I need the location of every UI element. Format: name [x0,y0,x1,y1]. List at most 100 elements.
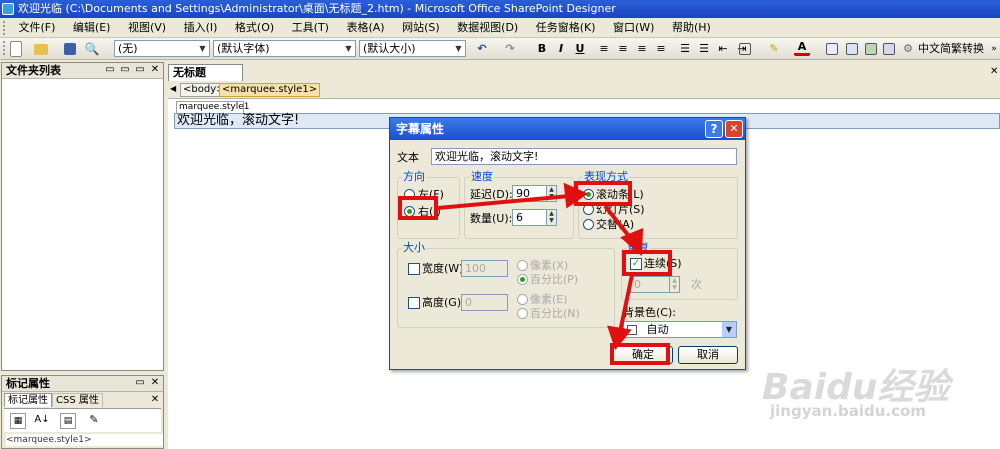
new-file-icon[interactable] [10,41,22,57]
watermark-url: jingyan.baidu.com [770,402,926,420]
font-combo[interactable]: (默认字体) ▼ [213,40,356,57]
height-pct-radio[interactable] [517,308,528,319]
breadcrumb-marquee[interactable]: <marquee.style1> [219,83,321,97]
style-combo[interactable]: (无) ▼ [114,40,210,57]
menu-format[interactable]: 格式(O) [228,18,281,38]
bold-button[interactable]: B [534,41,550,57]
menu-table[interactable]: 表格(A) [339,18,391,38]
menu-insert[interactable]: 插入(I) [177,18,225,38]
chevron-down-icon: ▼ [345,44,352,53]
close-icon[interactable]: ✕ [149,64,161,76]
italic-button[interactable]: I [553,41,569,57]
delay-label: 延迟(D): [470,188,513,201]
height-checkbox[interactable] [408,297,420,309]
width-checkbox[interactable] [408,263,420,275]
layer-icon[interactable] [846,43,858,55]
numbered-list-icon[interactable]: ☰ [677,41,693,57]
open-folder-icon[interactable] [34,44,48,55]
doc-close-icon[interactable]: ✕ [990,66,998,77]
close-icon[interactable]: ✕ [149,394,161,406]
redo-icon[interactable]: ↷ [502,41,518,57]
preview-icon[interactable]: 🔍 [84,41,100,57]
marquee-text-input[interactable]: 欢迎光临，滚动文字! [431,148,737,165]
tab-css-properties[interactable]: CSS 属性 [52,393,103,407]
web-component-icon[interactable] [883,43,895,55]
bullet-list-icon[interactable]: ☰ [696,41,712,57]
style-combo-value: (无) [118,42,138,55]
menu-help[interactable]: 帮助(H) [665,18,718,38]
picture-icon[interactable] [865,43,877,55]
show-set-properties-icon[interactable]: ▤ [60,413,76,429]
height-input[interactable]: 0 [461,294,508,311]
underline-button[interactable]: U [572,41,588,57]
font-color-button[interactable]: A [794,41,810,56]
chevron-down-icon: ▼ [722,322,736,337]
bgcolor-swatch [627,325,637,335]
delay-spinner[interactable]: ▲ ▼ [546,185,557,202]
dialog-close-button[interactable]: ✕ [725,120,743,138]
tag-toolbar: ▦ A↓ ▤ ✎ [4,408,161,432]
help-button[interactable]: ? [705,120,723,138]
marquee-tag-label: marquee.style1 [176,101,249,113]
save-icon[interactable] [64,43,76,55]
window-title: 欢迎光临 (C:\Documents and Settings\Administ… [18,2,616,15]
menu-file[interactable]: 文件(F) [12,18,63,38]
panel-restore-icon[interactable]: ▭ [134,377,146,389]
bgcolor-value: 自动 [646,323,669,336]
width-pct-label: 百分比(P) [530,273,579,286]
justify-icon[interactable]: ≡ [653,41,669,57]
bgcolor-label: 背景色(C): [623,306,676,319]
bgcolor-select[interactable]: 自动 ▼ [623,321,737,338]
height-px-radio[interactable] [517,294,528,305]
close-icon[interactable]: ✕ [149,377,161,389]
menu-edit[interactable]: 编辑(E) [66,18,118,38]
repeat-times-unit: 次 [691,278,702,291]
menu-dataview[interactable]: 数据视图(D) [450,18,525,38]
repeat-times-input[interactable]: 0 [630,276,670,293]
highlight-icon[interactable]: ✎ [766,41,782,57]
width-pct-radio[interactable] [517,274,528,285]
align-left-icon[interactable]: ≡ [596,41,612,57]
amount-spinner[interactable]: ▲ ▼ [546,209,557,226]
height-label: 高度(G): [422,296,465,309]
undo-icon[interactable]: ↶ [474,41,490,57]
folder-list-title: 文件夹列表 [6,64,61,77]
cancel-button[interactable]: 取消 [678,346,738,364]
sort-az-icon[interactable]: A↓ [34,413,50,429]
behavior-alternate-radio[interactable] [583,219,594,230]
menu-view[interactable]: 视图(V) [121,18,173,38]
menu-taskpane[interactable]: 任务窗格(K) [529,18,603,38]
panel-restore-icon[interactable]: ▭ [104,64,116,76]
delay-input[interactable]: 90 [512,185,547,202]
repeat-spinner[interactable]: ▲ ▼ [669,276,680,293]
size-combo[interactable]: (默认大小) ▼ [359,40,466,57]
outdent-icon[interactable]: ⇤ [715,41,731,57]
quick-tag-selector: ◀ <body> <marquee.style1> [168,81,1000,99]
amount-input[interactable]: 6 [512,209,547,226]
font-combo-value: (默认字体) [217,42,270,55]
tag-properties-panel: 标记属性 ▭ ✕ 标记属性 CSS 属性 ✕ ▦ A↓ ▤ ✎ <marquee… [1,375,164,449]
highlight-right-radio [398,196,438,220]
categorized-icon[interactable]: ▦ [10,413,26,429]
menu-tools[interactable]: 工具(T) [285,18,336,38]
tag-props-icon[interactable]: ✎ [86,413,102,429]
behavior-alternate-label: 交替(A) [596,218,635,231]
table-icon[interactable] [826,43,838,55]
panel-minimize-icon[interactable]: ▭ [119,64,131,76]
toolbar-overflow-icon[interactable]: » [990,41,998,57]
align-right-icon[interactable]: ≡ [634,41,650,57]
menu-window[interactable]: 窗口(W) [606,18,661,38]
tag-properties-title: 标记属性 [6,377,50,390]
document-tab[interactable]: 无标题_2.htm [168,64,243,95]
menu-site[interactable]: 网站(S) [395,18,447,38]
width-input[interactable]: 100 [461,260,508,277]
convert-button[interactable]: 中文简繁转换 [918,41,990,57]
highlight-scroll-radio [574,181,632,206]
align-center-icon[interactable]: ≡ [615,41,631,57]
width-px-radio[interactable] [517,260,528,271]
tab-tag-properties[interactable]: 标记属性 [4,393,52,407]
panel-maximize-icon[interactable]: ▭ [134,64,146,76]
chevron-left-icon[interactable]: ◀ [170,84,176,93]
gear-icon[interactable]: ⚙ [900,41,916,57]
border-icon[interactable] [739,43,751,55]
